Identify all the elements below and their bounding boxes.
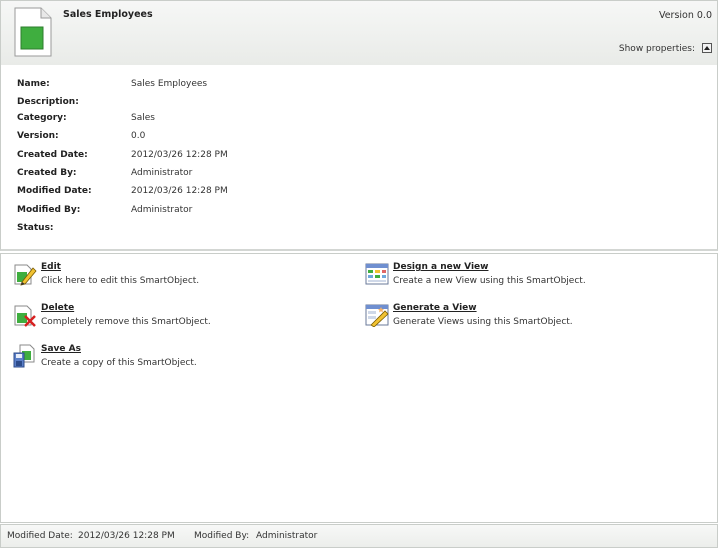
generate-view-link[interactable]: Generate a View bbox=[393, 303, 477, 313]
edit-icon bbox=[14, 264, 37, 286]
delete-action[interactable]: Delete Completely remove this SmartObjec… bbox=[13, 303, 343, 333]
edit-link[interactable]: Edit bbox=[41, 262, 61, 272]
property-value: 2012/03/26 12:28 PM bbox=[131, 150, 228, 160]
property-value: 2012/03/26 12:28 PM bbox=[131, 186, 228, 196]
generate-view-icon bbox=[365, 304, 389, 327]
property-row-modified-by: Modified By: Administrator bbox=[17, 205, 617, 217]
property-row-version: Version: 0.0 bbox=[17, 131, 617, 143]
delete-description: Completely remove this SmartObject. bbox=[41, 317, 211, 327]
show-properties-toggle[interactable] bbox=[702, 43, 712, 53]
properties-panel: Name: Sales Employees Description: Categ… bbox=[0, 65, 718, 251]
property-row-modified-date: Modified Date: 2012/03/26 12:28 PM bbox=[17, 186, 617, 198]
page-title: Sales Employees bbox=[63, 9, 153, 20]
property-label: Modified Date: bbox=[17, 186, 92, 196]
footer-modified-date-label: Modified Date: bbox=[7, 531, 73, 541]
delete-icon bbox=[14, 305, 36, 327]
footer-modified-by-label: Modified By: bbox=[194, 531, 250, 541]
generate-view-action[interactable]: Generate a View Generate Views using thi… bbox=[365, 303, 695, 333]
edit-description: Click here to edit this SmartObject. bbox=[41, 276, 200, 286]
save-as-link[interactable]: Save As bbox=[41, 344, 81, 354]
status-footer: Modified Date: 2012/03/26 12:28 PM Modif… bbox=[0, 524, 718, 548]
save-as-action[interactable]: Save As Create a copy of this SmartObjec… bbox=[13, 344, 343, 374]
property-label: Name: bbox=[17, 79, 50, 89]
footer-modified-by: Administrator bbox=[256, 531, 318, 541]
property-row-status: Status: bbox=[17, 223, 617, 235]
property-label: Category: bbox=[17, 113, 67, 123]
version-label: Version 0.0 bbox=[658, 10, 712, 21]
property-value: 0.0 bbox=[131, 131, 146, 141]
smartobject-icon bbox=[14, 7, 52, 57]
property-label: Version: bbox=[17, 131, 59, 141]
property-label: Status: bbox=[17, 223, 54, 233]
property-row-created-date: Created Date: 2012/03/26 12:28 PM bbox=[17, 150, 617, 162]
property-value: Sales Employees bbox=[131, 79, 208, 89]
design-view-description: Create a new View using this SmartObject… bbox=[393, 276, 586, 286]
save-as-description: Create a copy of this SmartObject. bbox=[41, 358, 197, 368]
design-view-action[interactable]: Design a new View Create a new View usin… bbox=[365, 262, 695, 292]
design-view-link[interactable]: Design a new View bbox=[393, 262, 488, 272]
property-row-category: Category: Sales bbox=[17, 113, 617, 125]
object-header: Sales Employees Version 0.0 Show propert… bbox=[0, 0, 718, 66]
show-properties-label: Show properties: bbox=[618, 44, 695, 54]
edit-action[interactable]: Edit Click here to edit this SmartObject… bbox=[13, 262, 343, 292]
save-as-icon bbox=[13, 344, 35, 368]
property-label: Created By: bbox=[17, 168, 77, 178]
generate-view-description: Generate Views using this SmartObject. bbox=[393, 317, 573, 327]
property-value: Administrator bbox=[131, 205, 193, 215]
property-label: Modified By: bbox=[17, 205, 81, 215]
property-row-created-by: Created By: Administrator bbox=[17, 168, 617, 180]
actions-panel: Edit Click here to edit this SmartObject… bbox=[0, 253, 718, 523]
property-row-name: Name: Sales Employees bbox=[17, 79, 617, 91]
property-label: Created Date: bbox=[17, 150, 88, 160]
footer-modified-date: 2012/03/26 12:28 PM bbox=[78, 531, 175, 541]
delete-link[interactable]: Delete bbox=[41, 303, 74, 313]
design-view-icon bbox=[365, 263, 389, 285]
property-value: Administrator bbox=[131, 168, 193, 178]
property-value: Sales bbox=[131, 113, 155, 123]
property-label: Description: bbox=[17, 97, 79, 107]
property-row-description: Description: bbox=[17, 97, 617, 109]
